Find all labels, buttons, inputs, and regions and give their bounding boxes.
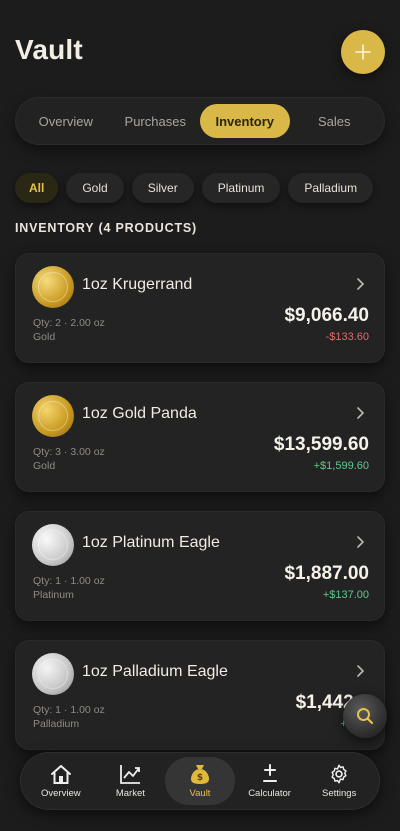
product-name: 1oz Gold Panda bbox=[82, 405, 197, 422]
home-icon bbox=[50, 765, 71, 784]
search-button[interactable] bbox=[343, 694, 387, 738]
filter-platinum[interactable]: Platinum bbox=[201, 173, 281, 203]
product-value: $9,066.40 bbox=[284, 305, 369, 326]
nav-label: Calculator bbox=[248, 788, 291, 799]
nav-overview[interactable]: Overview bbox=[26, 757, 96, 805]
product-name: 1oz Krugerrand bbox=[82, 276, 193, 293]
coin-image bbox=[32, 266, 74, 308]
product-qty: Qty: 2 · 2.00 oz bbox=[33, 317, 105, 329]
nav-label: Overview bbox=[41, 788, 81, 799]
product-change: +$1,599.60 bbox=[313, 460, 369, 472]
search-icon bbox=[357, 708, 374, 725]
filter-gold[interactable]: Gold bbox=[66, 173, 124, 203]
nav-calculator[interactable]: Calculator bbox=[235, 757, 305, 805]
plus-icon bbox=[355, 44, 371, 60]
section-title: INVENTORY (4 PRODUCTS) bbox=[15, 221, 197, 235]
product-name: 1oz Palladium Eagle bbox=[82, 663, 228, 680]
metal-filters: All Gold Silver Platinum Palladium bbox=[15, 173, 374, 203]
coin-image bbox=[32, 653, 74, 695]
chart-icon bbox=[120, 765, 141, 784]
filter-all[interactable]: All bbox=[15, 173, 59, 203]
product-metal: Palladium bbox=[33, 718, 80, 730]
money-bag-icon: $ bbox=[190, 765, 209, 784]
product-qty: Qty: 1 · 1.00 oz bbox=[33, 575, 105, 587]
product-change: -$133.60 bbox=[325, 331, 369, 343]
bottom-nav: Overview Market $ Vault Calculator Setti… bbox=[20, 752, 380, 810]
product-card-krugerrand[interactable]: 1oz Krugerrand $9,066.40 -$133.60 Qty: 2… bbox=[15, 253, 385, 363]
coin-image bbox=[32, 395, 74, 437]
product-metal: Gold bbox=[33, 331, 56, 343]
gear-icon bbox=[331, 764, 347, 784]
product-qty: Qty: 1 · 1.00 oz bbox=[33, 704, 105, 716]
nav-settings[interactable]: Settings bbox=[304, 757, 374, 805]
product-metal: Gold bbox=[33, 460, 56, 472]
plus-minus-icon bbox=[262, 764, 277, 782]
product-value: $1,887.00 bbox=[284, 563, 369, 584]
tab-sales[interactable]: Sales bbox=[290, 104, 380, 138]
header: Vault bbox=[15, 28, 385, 80]
page-title: Vault bbox=[15, 34, 83, 65]
tab-inventory[interactable]: Inventory bbox=[200, 104, 290, 138]
tab-purchases[interactable]: Purchases bbox=[111, 104, 201, 138]
nav-label: Market bbox=[115, 788, 145, 799]
filter-silver[interactable]: Silver bbox=[131, 173, 194, 203]
product-card-palladium-eagle[interactable]: 1oz Palladium Eagle $1,442. +$9 Qty: 1 ·… bbox=[15, 640, 385, 750]
tab-overview[interactable]: Overview bbox=[21, 104, 111, 138]
coin-image bbox=[32, 524, 74, 566]
chevron-right-icon bbox=[357, 536, 365, 548]
nav-label: Vault bbox=[189, 788, 211, 799]
product-value: $13,599.60 bbox=[273, 434, 369, 455]
add-button[interactable] bbox=[341, 30, 385, 74]
svg-text:$: $ bbox=[197, 773, 203, 783]
chevron-right-icon bbox=[357, 278, 365, 290]
product-card-platinum-eagle[interactable]: 1oz Platinum Eagle $1,887.00 +$137.00 Qt… bbox=[15, 511, 385, 621]
product-name: 1oz Platinum Eagle bbox=[82, 534, 220, 551]
segment-tabs: Overview Purchases Inventory Sales bbox=[15, 97, 385, 145]
product-change: +$137.00 bbox=[322, 589, 369, 601]
chevron-right-icon bbox=[357, 665, 365, 677]
product-qty: Qty: 3 · 3.00 oz bbox=[33, 446, 105, 458]
nav-vault[interactable]: $ Vault bbox=[165, 757, 235, 805]
nav-label: Settings bbox=[322, 788, 357, 799]
filter-palladium[interactable]: Palladium bbox=[288, 173, 374, 203]
product-metal: Platinum bbox=[33, 589, 74, 601]
product-card-gold-panda[interactable]: 1oz Gold Panda $13,599.60 +$1,599.60 Qty… bbox=[15, 382, 385, 492]
nav-market[interactable]: Market bbox=[96, 757, 166, 805]
chevron-right-icon bbox=[357, 407, 365, 419]
